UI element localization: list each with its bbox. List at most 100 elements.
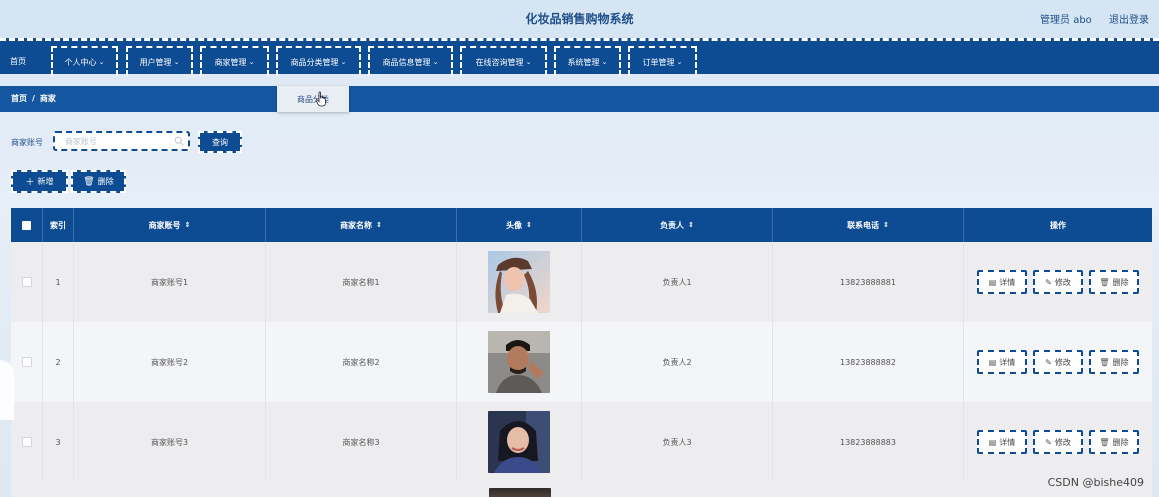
row-checkbox[interactable]: [21, 437, 32, 447]
column-title: 商家名称: [340, 220, 373, 230]
dropdown-item-category[interactable]: 商品分类: [277, 86, 349, 112]
chevron-down-icon: ⌄: [340, 58, 347, 66]
nav-item-system-management[interactable]: 系统管理 ⌄: [554, 46, 621, 76]
table-row: 1 商家账号1 商家名称1 负责人1 13823888881 ▤ 详情 ✎ 修改…: [11, 242, 1152, 322]
nav-label: 首页: [10, 56, 26, 66]
column-title: 商家账号: [148, 220, 181, 230]
query-button[interactable]: 查询: [198, 131, 242, 153]
breadcrumb-current: 商家: [39, 94, 56, 103]
search-label: 商家账号: [11, 138, 43, 147]
sort-icon[interactable]: ⇕: [376, 221, 382, 229]
nav-item-consultation-management[interactable]: 在线咨询管理 ⌄: [460, 46, 547, 76]
search-icon: [174, 136, 184, 146]
chevron-down-icon: ⌄: [432, 58, 439, 66]
avatar[interactable]: [488, 411, 550, 473]
actions-cell: ▤ 详情 ✎ 修改 🗑 删除: [964, 242, 1152, 322]
trash-icon: 🗑: [1099, 437, 1110, 447]
delete-button[interactable]: 🗑 删除: [1089, 270, 1139, 294]
sort-icon[interactable]: ⇕: [526, 221, 532, 229]
add-button-label: 新增: [37, 177, 54, 186]
column-header-phone[interactable]: 联系电话 ⇕: [773, 208, 964, 242]
row-select-cell: [11, 242, 43, 322]
logout-link[interactable]: 退出登录: [1109, 15, 1149, 26]
nav-label: 订单管理: [642, 57, 675, 67]
edit-button[interactable]: ✎ 修改: [1033, 270, 1083, 294]
nav-label: 系统管理: [567, 57, 600, 67]
breadcrumb-separator: /: [32, 94, 35, 103]
detail-label: 详情: [999, 437, 1016, 447]
sort-icon[interactable]: ⇕: [688, 221, 694, 229]
sort-icon[interactable]: ⇕: [883, 221, 889, 229]
delete-button[interactable]: 🗑 删除: [1089, 350, 1139, 374]
manager-cell: 负责人2: [582, 322, 773, 402]
row-select-cell: [11, 322, 43, 402]
column-header-account[interactable]: 商家账号 ⇕: [74, 208, 266, 242]
select-all-checkbox[interactable]: [22, 220, 31, 230]
avatar[interactable]: [488, 331, 550, 393]
delete-button-label: 删除: [97, 177, 114, 186]
avatar-cell: [457, 322, 582, 402]
plus-icon: ＋: [25, 178, 35, 188]
trash-icon: 🗑: [1099, 357, 1110, 367]
pencil-icon: ✎: [1045, 357, 1052, 367]
index-cell: 1: [43, 242, 74, 322]
column-header-manager[interactable]: 负责人 ⇕: [582, 208, 773, 242]
detail-button[interactable]: ▤ 详情: [977, 270, 1027, 294]
column-title: 头像: [506, 220, 523, 230]
phone-cell: 13823888883: [773, 402, 964, 482]
nav-label: 个人中心: [64, 57, 97, 67]
nav-label: 商品分类管理: [290, 57, 339, 67]
column-title: 操作: [1050, 220, 1066, 230]
breadcrumb-home[interactable]: 首页: [11, 94, 27, 103]
nav-label: 在线咨询管理: [475, 57, 524, 67]
detail-label: 详情: [999, 357, 1016, 367]
detail-button[interactable]: ▤ 详情: [977, 350, 1027, 374]
main-nav: 首页 个人中心 ⌄ 用户管理 ⌄ 商家管理 ⌄ 商品分类管理 ⌄ 商品信息管理 ⌄ 在线咨…: [0, 38, 1159, 76]
column-header-avatar[interactable]: 头像 ⇕: [457, 208, 582, 242]
select-all-cell: [11, 208, 43, 242]
account-cell: 商家账号2: [74, 322, 266, 402]
column-title: 负责人: [660, 220, 685, 230]
admin-user-label: 管理员 abo: [1040, 15, 1092, 26]
phone-cell: 13823888882: [773, 322, 964, 402]
nav-item-product-management[interactable]: 商品信息管理 ⌄: [368, 46, 453, 76]
row-checkbox[interactable]: [21, 277, 32, 287]
delete-button[interactable]: 🗑 删除: [1089, 430, 1139, 454]
column-header-index: 索引: [43, 208, 74, 242]
column-title: 联系电话: [847, 220, 880, 230]
index-cell: 3: [43, 402, 74, 482]
nav-item-user-management[interactable]: 用户管理 ⌄: [126, 46, 193, 76]
manager-cell: 负责人3: [582, 402, 773, 482]
avatar[interactable]: [488, 251, 550, 313]
watermark: CSDN @bishe409: [1047, 476, 1144, 489]
nav-item-category-management[interactable]: 商品分类管理 ⌄: [276, 46, 361, 76]
merchant-account-search-input[interactable]: [53, 131, 190, 151]
column-header-name[interactable]: 商家名称 ⇕: [266, 208, 457, 242]
edit-button[interactable]: ✎ 修改: [1033, 430, 1083, 454]
avatar[interactable]: [489, 488, 551, 497]
add-button[interactable]: ＋新增: [11, 170, 68, 193]
nav-item-personal-center[interactable]: 个人中心 ⌄: [51, 46, 118, 76]
nav-item-merchant-management[interactable]: 商家管理 ⌄: [200, 46, 269, 76]
nav-item-order-management[interactable]: 订单管理 ⌄: [628, 46, 697, 76]
edit-label: 修改: [1054, 357, 1071, 367]
pencil-icon: ✎: [1045, 277, 1052, 287]
nav-item-home[interactable]: 首页: [0, 46, 36, 76]
avatar-cell: [457, 402, 582, 482]
table-row: 2 商家账号2 商家名称2 负责人2 13823888882 ▤详情 ✎修改: [11, 322, 1152, 402]
batch-delete-button[interactable]: 🗑 删除: [71, 170, 126, 193]
sort-icon[interactable]: ⇕: [185, 221, 191, 229]
pencil-icon: ✎: [1045, 437, 1052, 447]
phone-cell: 13823888881: [773, 242, 964, 322]
chevron-down-icon: ⌄: [173, 58, 180, 66]
row-select-cell: [11, 402, 43, 482]
row-checkbox[interactable]: [21, 357, 32, 367]
top-header: 化妆品销售购物系统 管理员 abo 退出登录: [0, 0, 1159, 38]
document-icon: ▤: [988, 357, 997, 367]
chevron-down-icon: ⌄: [676, 58, 683, 66]
table-row: 3 商家账号3 商家名称3 负责人3 13823888883 ▤ 详情 ✎ 修改 🗑…: [11, 402, 1152, 482]
edit-button[interactable]: ✎ 修改: [1033, 350, 1083, 374]
trash-icon: 🗑: [83, 176, 95, 187]
manager-cell: 负责人1: [582, 242, 773, 322]
detail-button[interactable]: ▤ 详情: [977, 430, 1027, 454]
